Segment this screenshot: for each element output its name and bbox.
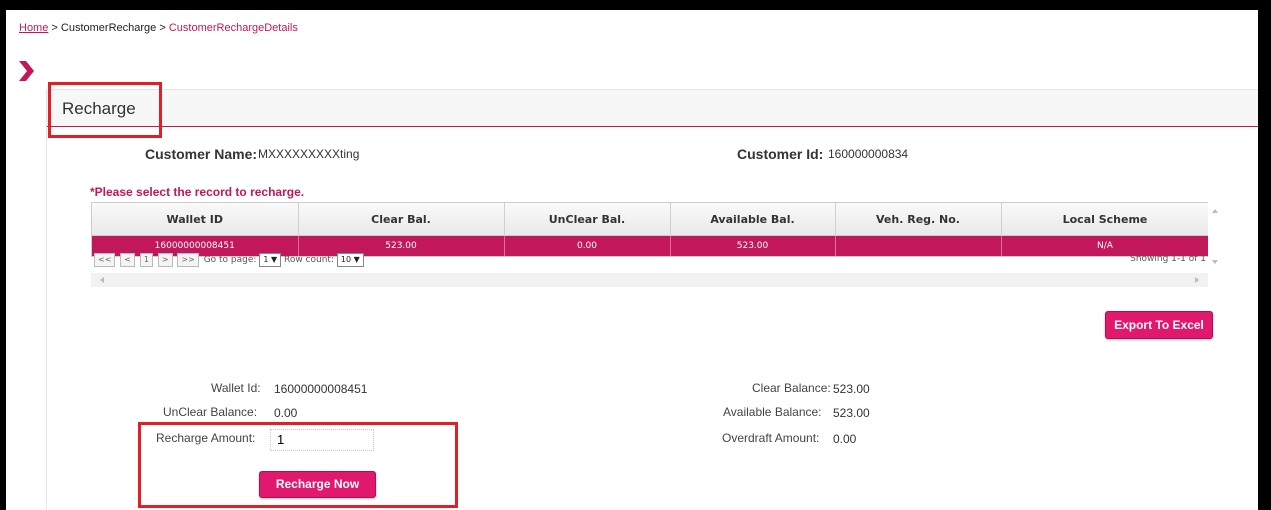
chevron-right-icon[interactable] [16, 60, 36, 82]
table-header-row: Wallet ID Clear Bal. UnClear Bal. Availa… [92, 203, 1210, 236]
breadcrumb: Home > CustomerRecharge > CustomerRechar… [19, 22, 298, 34]
recharge-amount-label: Recharge Amount: [156, 431, 256, 445]
column-header-veh-reg-no[interactable]: Veh. Reg. No. [835, 203, 1002, 236]
overdraft-amount-value: 0.00 [833, 432, 857, 446]
breadcrumb-separator: > [159, 22, 166, 34]
wallet-table: Wallet ID Clear Bal. UnClear Bal. Availa… [91, 202, 1210, 257]
column-header-wallet-id[interactable]: Wallet ID [92, 203, 299, 236]
first-page-button[interactable]: << [94, 253, 116, 267]
recharge-now-button[interactable]: Recharge Now [259, 471, 376, 498]
last-page-button[interactable]: >> [177, 253, 199, 267]
column-header-clear-bal[interactable]: Clear Bal. [298, 203, 505, 236]
available-balance-value: 523.00 [833, 406, 870, 420]
breadcrumb-customer-recharge: CustomerRecharge [60, 22, 157, 34]
current-page-button[interactable]: 1 [139, 253, 153, 267]
table-horizontal-scrollbar[interactable] [91, 273, 1208, 287]
column-header-unclear-bal[interactable]: UnClear Bal. [504, 203, 671, 236]
wallet-id-label: Wallet Id: [211, 381, 261, 395]
select-record-notice: *Please select the record to recharge. [90, 185, 305, 199]
table-vertical-scrollbar[interactable] [1208, 202, 1222, 272]
customer-id-label: Customer Id: [737, 146, 824, 162]
clear-balance-value: 523.00 [833, 382, 870, 396]
breadcrumb-home-link[interactable]: Home [19, 22, 48, 34]
available-balance-label: Available Balance: [723, 405, 822, 419]
row-count-label: Row count: [283, 255, 334, 265]
panel-header: Recharge [47, 90, 1258, 127]
breadcrumb-separator: > [51, 22, 58, 34]
row-count-select[interactable]: 10 ▼ [336, 253, 364, 267]
customer-id-value: 160000000834 [828, 147, 909, 161]
column-header-available-bal[interactable]: Available Bal. [670, 203, 836, 236]
unclear-balance-value: 0.00 [274, 406, 298, 420]
next-page-button[interactable]: > [157, 253, 173, 267]
showing-count: Showing 1-1 of 1 [1130, 254, 1206, 264]
overdraft-amount-label: Overdraft Amount: [722, 431, 820, 445]
panel-title: Recharge [62, 99, 136, 118]
page-frame: Home > CustomerRecharge > CustomerRechar… [6, 10, 1258, 510]
recharge-amount-input[interactable]: 1 [270, 429, 374, 451]
goto-page-select[interactable]: 1 ▼ [259, 253, 282, 267]
customer-name-value: MXXXXXXXXXting [258, 147, 360, 161]
clear-balance-label: Clear Balance: [752, 381, 831, 395]
prev-page-button[interactable]: < [120, 253, 135, 267]
customer-name-label: Customer Name: [145, 146, 258, 162]
breadcrumb-current: CustomerRechargeDetails [168, 22, 298, 34]
export-to-excel-button[interactable]: Export To Excel [1105, 311, 1213, 339]
table-pager: << < 1 > >> Go to page: 1 ▼ Row count: 1… [91, 251, 1208, 271]
goto-page-label: Go to page: [203, 255, 257, 265]
column-header-local-scheme[interactable]: Local Scheme [1001, 203, 1210, 236]
wallet-id-value: 16000000008451 [274, 382, 368, 396]
unclear-balance-label: UnClear Balance: [163, 405, 258, 419]
